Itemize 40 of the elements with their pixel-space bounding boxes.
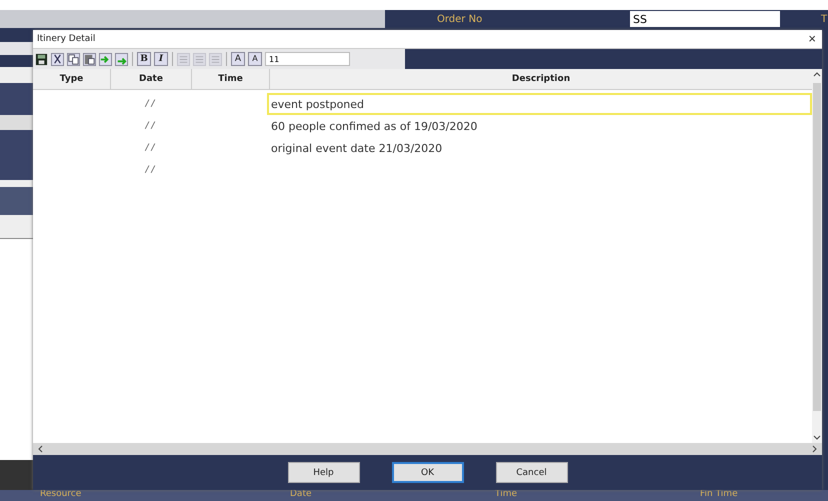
description-cell[interactable]: original event date 21/03/2020	[267, 137, 812, 159]
column-header: Date	[111, 69, 192, 89]
column-header: Time	[192, 69, 270, 89]
table-cell-text: / /	[144, 98, 156, 111]
description-cell[interactable]: event postponed	[267, 93, 812, 115]
vertical-scrollbar[interactable]	[812, 69, 822, 443]
save-icon[interactable]	[35, 52, 48, 66]
horizontal-scrollbar[interactable]	[33, 443, 822, 455]
scroll-right-icon[interactable]	[810, 445, 818, 453]
dialog-button[interactable]: OK	[392, 462, 464, 483]
table-row[interactable]: / / original event date 21/03/2020	[33, 137, 812, 159]
table-cell-text: / /	[144, 120, 156, 133]
font-size-button[interactable]: A	[248, 52, 262, 66]
order-label: Order No	[437, 14, 482, 24]
close-button[interactable]: ×	[806, 32, 818, 46]
column-header: Type	[33, 69, 111, 89]
column-header: Description	[510, 73, 572, 86]
scroll-down-icon[interactable]	[813, 433, 821, 441]
table-cell-text: / /	[144, 142, 156, 155]
table-row[interactable]: / / 60 people confimed as of 19/03/2020	[33, 115, 812, 137]
cut-icon[interactable]	[51, 52, 64, 66]
table-cell-text: / /	[144, 164, 156, 177]
scroll-up-icon[interactable]	[813, 71, 821, 79]
paste-icon[interactable]	[83, 52, 96, 66]
dialog-button[interactable]: Help	[288, 462, 360, 483]
format-button[interactable]: B	[137, 52, 151, 66]
format-button[interactable]: I	[154, 52, 168, 66]
copy-icon[interactable]	[67, 52, 80, 66]
description-cell[interactable]: 60 people confimed as of 19/03/2020	[267, 115, 812, 137]
window-title: Itinery Detail	[37, 34, 96, 44]
column-label: T	[821, 14, 828, 24]
font-size-button[interactable]: A	[231, 52, 245, 66]
table-row[interactable]: / /	[33, 159, 812, 181]
column-header: Date	[290, 489, 312, 500]
table-row[interactable]: / / event postponed	[33, 93, 812, 115]
column-header: Resource	[40, 489, 82, 500]
font-size-field[interactable]: 11	[265, 52, 350, 66]
scroll-left-icon[interactable]	[37, 445, 45, 453]
order-field[interactable]: SS	[630, 11, 780, 27]
dialog-button[interactable]: Cancel	[496, 462, 568, 483]
